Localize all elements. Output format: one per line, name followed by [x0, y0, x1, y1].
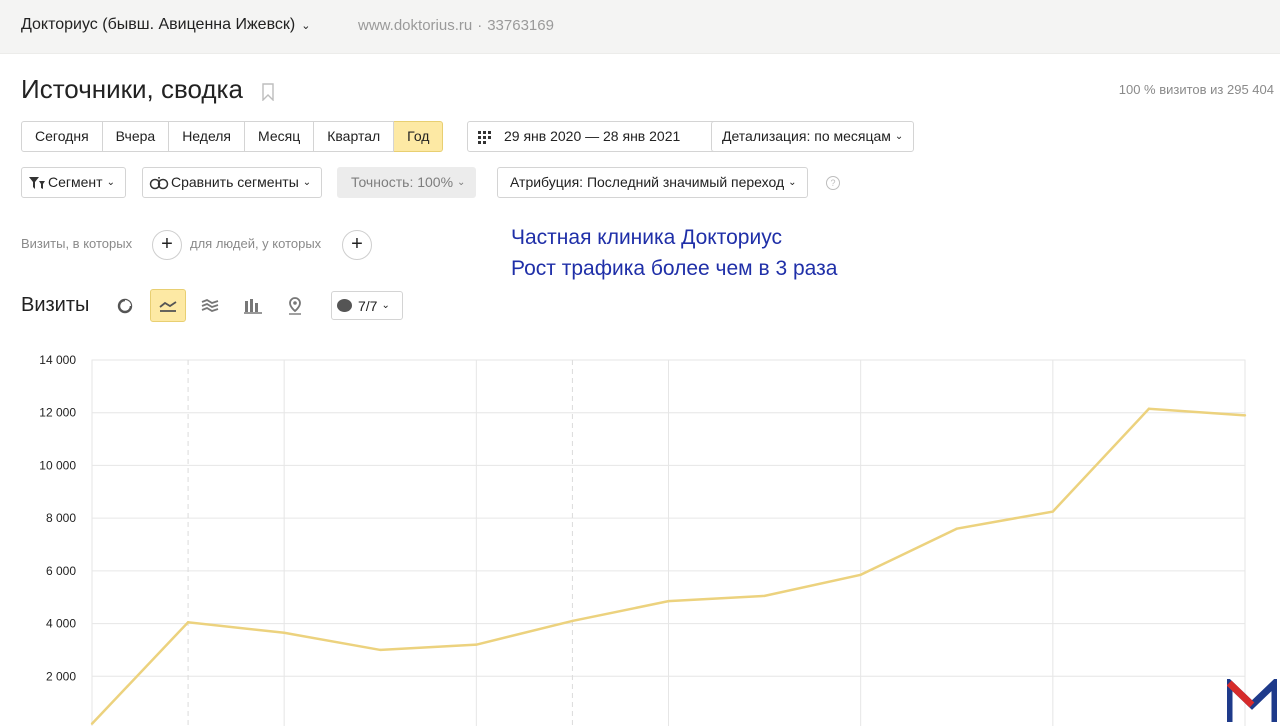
data-point	[1243, 414, 1247, 417]
visits-share: 100 % визитов из 295 404	[1118, 82, 1274, 97]
bookmark-icon[interactable]	[262, 83, 274, 101]
compare-icon	[149, 176, 169, 189]
chart-type-bar-button[interactable]	[235, 289, 271, 322]
y-axis-labels: 14 000 12 000 10 000 8 000 6 000 4 000 2 000	[39, 353, 76, 683]
chevron-down-icon: ⌄	[301, 20, 311, 32]
people-condition-label: для людей, у которых	[190, 236, 322, 251]
y-tick-label: 2 000	[46, 669, 76, 683]
period-quarter-button[interactable]: Квартал	[314, 121, 395, 152]
data-point	[186, 621, 190, 624]
chart-type-map-button[interactable]	[277, 289, 313, 322]
accuracy-dropdown[interactable]: Точность: 100% ⌄	[337, 167, 477, 198]
chart-title: Визиты	[21, 294, 90, 316]
calendar-icon	[478, 130, 494, 144]
chart-type-pie-button[interactable]	[107, 289, 143, 322]
chart-type-area-button[interactable]	[192, 289, 228, 322]
data-point	[475, 643, 478, 646]
visits-condition-label: Визиты, в которых	[21, 236, 133, 251]
series-count: 7/7	[358, 297, 378, 314]
chevron-down-icon: ⌄	[894, 131, 904, 142]
visits-chart: 14 000 12 000 10 000 8 000 6 000 4 000 2 000	[39, 353, 1247, 726]
period-month-button[interactable]: Месяц	[245, 121, 315, 152]
period-week-button[interactable]: Неделя	[169, 121, 246, 152]
annotation-line-1: Частная клиника Докториус	[511, 226, 782, 249]
add-people-condition-button[interactable]: +	[342, 230, 372, 260]
chevron-down-icon: ⌄	[381, 300, 390, 311]
counter-id: 33763169	[487, 17, 554, 34]
data-point	[1147, 407, 1151, 410]
help-icon[interactable]: ?	[826, 176, 840, 190]
data-point	[763, 594, 766, 598]
series-selector[interactable]: 7/7 ⌄	[331, 291, 403, 320]
segment-label: Сегмент	[48, 174, 103, 190]
detail-dropdown[interactable]: Детализация: по месяцам ⌄	[711, 121, 915, 152]
y-tick-label: 12 000	[39, 406, 76, 420]
line-chart-icon	[159, 300, 177, 312]
chevron-down-icon: ⌄	[302, 177, 312, 188]
y-tick-label: 14 000	[39, 353, 76, 367]
comment-icon	[337, 299, 352, 312]
data-point	[1051, 510, 1055, 513]
chevron-down-icon: ⌄	[457, 177, 466, 188]
accuracy-label: Точность: 100%	[351, 174, 454, 190]
site-info: www.doktorius.ru · 33763169	[358, 17, 554, 34]
data-point	[571, 619, 574, 623]
y-tick-label: 4 000	[46, 617, 76, 631]
chevron-down-icon: ⌄	[788, 177, 797, 188]
attribution-label: Атрибуция: Последний значимый переход	[510, 174, 785, 190]
date-range-picker[interactable]: 29 янв 2020 — 28 янв 2021	[467, 121, 717, 152]
attribution-dropdown[interactable]: Атрибуция: Последний значимый переход ⌄	[497, 167, 808, 198]
period-year-button[interactable]: Год	[394, 121, 444, 152]
annotation: Частная клиника Докториус Рост трафика б…	[511, 222, 837, 284]
plus-icon: +	[161, 233, 173, 255]
brand-logo	[1227, 679, 1277, 722]
bar-chart-icon	[244, 298, 262, 314]
chart-type-line-button[interactable]	[150, 289, 186, 322]
map-pin-icon	[289, 296, 301, 315]
y-tick-label: 10 000	[39, 458, 76, 472]
filter-icon	[29, 176, 45, 189]
compare-segments-label: Сравнить сегменты	[171, 174, 299, 190]
stacked-area-icon	[201, 298, 219, 312]
plus-icon: +	[351, 233, 363, 255]
detail-label: Детализация: по месяцам	[722, 128, 891, 144]
period-yesterday-button[interactable]: Вчера	[102, 121, 170, 152]
top-bar: Докториус (бывш. Авиценна Ижевск) ⌄ www.d…	[0, 0, 1280, 54]
data-point	[90, 722, 94, 725]
data-point	[379, 648, 382, 652]
segment-dropdown[interactable]: Сегмент ⌄	[21, 167, 126, 198]
data-point	[667, 599, 670, 603]
counter-name: Докториус (бывш. Авиценна Ижевск)	[21, 16, 296, 33]
site-url: www.doktorius.ru	[358, 17, 473, 34]
period-today-button[interactable]: Сегодня	[21, 121, 103, 152]
data-point	[859, 573, 862, 577]
period-selector: Сегодня Вчера Неделя Месяц Квартал Год	[21, 121, 444, 152]
pie-chart-icon	[117, 298, 133, 313]
separator-dot: ·	[477, 17, 483, 34]
data-point	[282, 631, 286, 634]
y-tick-label: 6 000	[46, 564, 76, 578]
add-visit-condition-button[interactable]: +	[152, 230, 182, 260]
chart-grid	[91, 359, 1246, 726]
counter-selector[interactable]: Докториус (бывш. Авиценна Ижевск) ⌄	[21, 16, 310, 34]
chevron-down-icon: ⌄	[106, 177, 115, 188]
date-range-label: 29 янв 2020 — 28 янв 2021	[504, 128, 681, 144]
data-point	[955, 527, 958, 530]
annotation-line-2: Рост трафика более чем в 3 раза	[511, 257, 838, 280]
page-title: Источники, сводка	[21, 74, 243, 104]
y-tick-label: 8 000	[46, 511, 76, 525]
compare-segments-dropdown[interactable]: Сравнить сегменты ⌄	[142, 167, 323, 198]
